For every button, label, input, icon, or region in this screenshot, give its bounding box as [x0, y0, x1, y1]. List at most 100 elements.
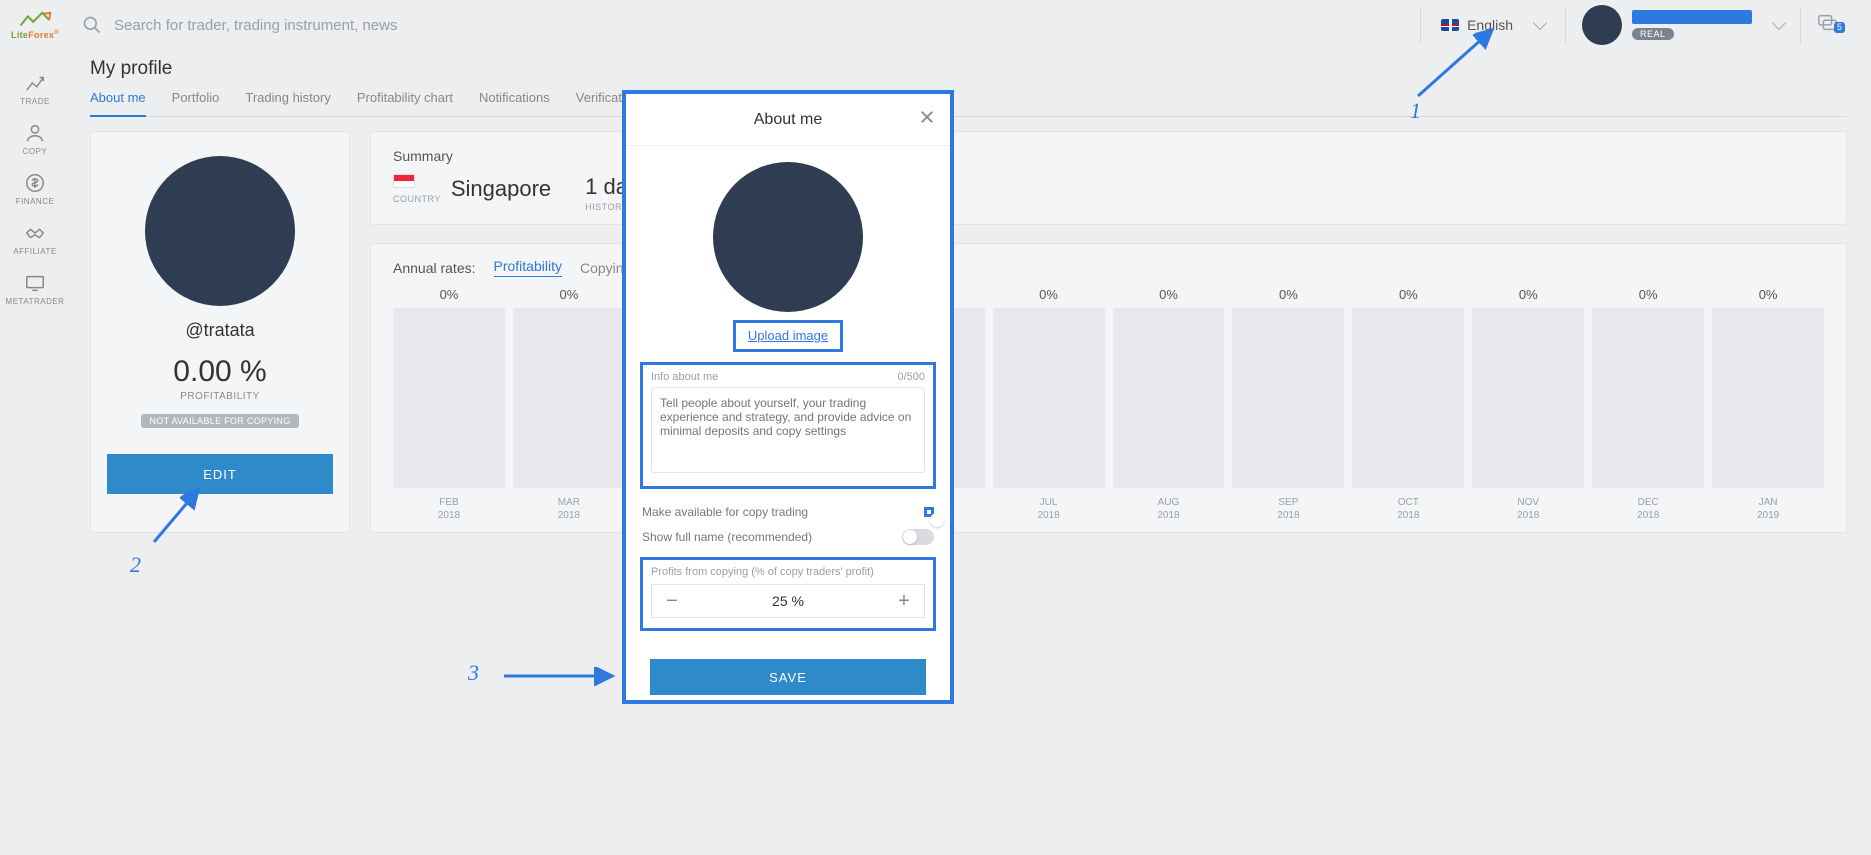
- copy-availability-badge: NOT AVAILABLE FOR COPYING: [141, 414, 298, 428]
- profile-card: @tratata 0.00 % PROFITABILITY NOT AVAILA…: [90, 131, 350, 533]
- annotation-number-3: 3: [468, 660, 479, 686]
- bar-column: 0% JAN2019: [1712, 287, 1824, 522]
- bar-box: [513, 308, 625, 488]
- bar-pct: 0%: [1039, 287, 1058, 302]
- nav-trade[interactable]: TRADE: [0, 64, 70, 114]
- summary-card: Summary COUNTRY Singapore 1 day HISTORY: [370, 131, 1847, 225]
- user-menu[interactable]: REAL: [1566, 5, 1800, 45]
- bar-pct: 0%: [1519, 287, 1538, 302]
- annotation-arrow-3: [500, 666, 620, 686]
- bar-box: [393, 308, 505, 488]
- bar-label: FEB2018: [438, 496, 460, 522]
- bar-label: AUG2018: [1157, 496, 1179, 522]
- close-button[interactable]: [918, 108, 936, 131]
- profitability-value: 0.00 %: [173, 355, 266, 389]
- modal-title: About me: [754, 111, 822, 129]
- copy-trading-toggle-row: Make available for copy trading: [640, 505, 936, 519]
- chevron-down-icon: [1533, 16, 1547, 30]
- summary-country-label: COUNTRY: [393, 194, 441, 204]
- bar-box: [1232, 308, 1344, 488]
- language-selector[interactable]: English: [1421, 0, 1565, 50]
- nav-copy[interactable]: COPY: [0, 114, 70, 164]
- close-icon: [918, 108, 936, 126]
- edit-button[interactable]: EDIT: [107, 454, 333, 494]
- bar-pct: 0%: [1639, 287, 1658, 302]
- annotation-number-2: 2: [130, 552, 141, 578]
- rates-tab-profitability[interactable]: Profitability: [494, 258, 562, 277]
- summary-country-value: Singapore: [451, 176, 551, 202]
- person-icon: [23, 122, 47, 144]
- tab-portfolio[interactable]: Portfolio: [172, 86, 220, 116]
- account-badge: REAL: [1632, 28, 1674, 40]
- notifications-button[interactable]: 5: [1801, 12, 1853, 39]
- show-name-toggle-label: Show full name (recommended): [642, 530, 812, 544]
- info-textarea[interactable]: [651, 387, 925, 473]
- bar-label: DEC2018: [1637, 496, 1659, 522]
- rates-bar-chart: 0% FEB20180% MAR20180% APR20180% MAY2018…: [393, 287, 1824, 522]
- bar-label: OCT2018: [1397, 496, 1419, 522]
- user-info: REAL: [1632, 10, 1752, 40]
- top-bar: English REAL 5: [70, 0, 1871, 50]
- bar-box: [1712, 308, 1824, 488]
- bar-column: 0% SEP2018: [1232, 287, 1344, 522]
- nav-trade-label: TRADE: [20, 97, 50, 106]
- bar-label: MAR2018: [558, 496, 580, 522]
- show-name-toggle[interactable]: [902, 529, 934, 545]
- bar-pct: 0%: [1399, 287, 1418, 302]
- info-about-me-highlight: Info about me 0/500: [640, 362, 936, 489]
- bar-column: 0% FEB2018: [393, 287, 505, 522]
- bar-pct: 0%: [559, 287, 578, 302]
- bar-box: [1472, 308, 1584, 488]
- search-input[interactable]: [114, 17, 614, 34]
- page-content: My profile About me Portfolio Trading hi…: [90, 58, 1847, 533]
- search-wrap: [82, 15, 1420, 35]
- tab-notifications[interactable]: Notifications: [479, 86, 550, 116]
- about-me-modal: About me Upload image Info about me 0/50…: [622, 90, 954, 704]
- upload-image-highlight: Upload image: [733, 320, 843, 352]
- language-label: English: [1467, 17, 1513, 33]
- logo[interactable]: LiteForex®: [7, 8, 63, 42]
- info-char-count: 0/500: [897, 371, 925, 383]
- screen-icon: [23, 272, 47, 294]
- copy-trading-toggle-highlight: [924, 507, 934, 517]
- profits-highlight: Profits from copying (% of copy traders'…: [640, 557, 936, 631]
- logo-text-1: Lite: [11, 30, 28, 40]
- search-icon: [82, 15, 102, 35]
- nav-affiliate-label: AFFILIATE: [13, 247, 56, 256]
- nav-metatrader-label: METATRADER: [6, 297, 65, 306]
- bar-pct: 0%: [440, 287, 459, 302]
- bar-pct: 0%: [1159, 287, 1178, 302]
- save-button[interactable]: SAVE: [650, 659, 926, 695]
- profits-plus-button[interactable]: +: [884, 590, 924, 613]
- bar-column: 0% OCT2018: [1352, 287, 1464, 522]
- info-label: Info about me: [651, 371, 718, 383]
- bar-box: [1352, 308, 1464, 488]
- profitability-label: PROFITABILITY: [180, 391, 260, 402]
- nav-affiliate[interactable]: AFFILIATE: [0, 214, 70, 264]
- show-name-toggle-row: Show full name (recommended): [640, 529, 936, 545]
- flag-uk-icon: [1441, 19, 1459, 31]
- nav-finance-label: FINANCE: [16, 197, 55, 206]
- profits-minus-button[interactable]: −: [652, 590, 692, 613]
- rates-label: Annual rates:: [393, 260, 476, 276]
- bar-pct: 0%: [1279, 287, 1298, 302]
- tab-profitability-chart[interactable]: Profitability chart: [357, 86, 453, 116]
- bar-column: 0% JUL2018: [993, 287, 1105, 522]
- bar-column: 0% DEC2018: [1592, 287, 1704, 522]
- bar-label: JAN2019: [1757, 496, 1779, 522]
- nav-finance[interactable]: FINANCE: [0, 164, 70, 214]
- nav-metatrader[interactable]: METATRADER: [0, 264, 70, 314]
- profits-label: Profits from copying (% of copy traders'…: [651, 566, 925, 578]
- chart-icon: [23, 72, 47, 94]
- bar-column: 0% NOV2018: [1472, 287, 1584, 522]
- summary-title: Summary: [393, 148, 1824, 164]
- tab-about-me[interactable]: About me: [90, 86, 146, 117]
- handshake-icon: [23, 222, 47, 244]
- profits-value: 25 %: [692, 593, 884, 609]
- page-title: My profile: [90, 58, 1847, 80]
- upload-image-link[interactable]: Upload image: [748, 328, 828, 343]
- left-nav-rail: LiteForex® TRADE COPY FINANCE AFFILIATE …: [0, 0, 70, 855]
- profits-stepper: − 25 % +: [651, 584, 925, 618]
- tab-trading-history[interactable]: Trading history: [245, 86, 331, 116]
- avatar-large: [145, 156, 295, 306]
